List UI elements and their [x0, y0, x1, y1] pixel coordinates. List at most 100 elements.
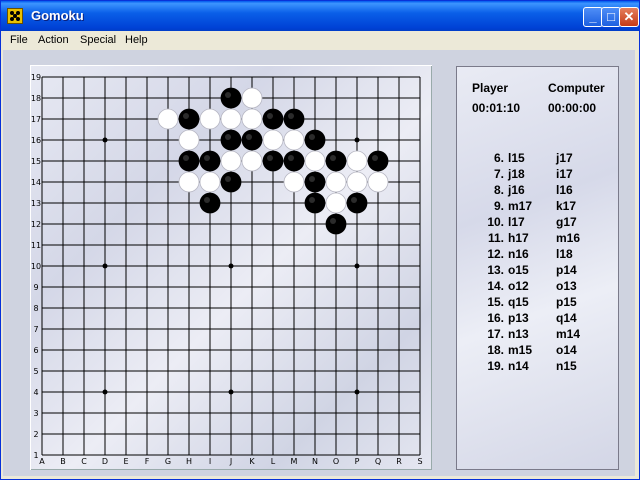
- computer-move: p15: [556, 295, 577, 309]
- computer-move: j17: [556, 151, 573, 165]
- menu-file[interactable]: File: [10, 34, 28, 46]
- white-stone[interactable]: [178, 129, 200, 151]
- stone-highlight: [225, 176, 231, 182]
- player-move: n13: [508, 327, 529, 341]
- title-bar[interactable]: Gomoku _ □ ✕: [1, 1, 639, 31]
- white-stone[interactable]: [157, 108, 179, 130]
- gomoku-board[interactable]: 19 18 17 16 15 14 13 12 11 10 9 8 7 6 5 4 3 2 1A B C D E F G H I J K…: [30, 65, 432, 470]
- stone-highlight: [204, 155, 210, 161]
- black-stone[interactable]: [304, 171, 326, 193]
- black-stone[interactable]: [325, 213, 347, 235]
- black-stone[interactable]: [178, 108, 200, 130]
- row-label: 5: [33, 367, 38, 376]
- move-number: 14.: [487, 279, 504, 293]
- white-stone[interactable]: [220, 108, 242, 130]
- white-stone[interactable]: [346, 150, 368, 172]
- white-stone[interactable]: [241, 87, 263, 109]
- stone-highlight: [246, 134, 252, 140]
- star-point: [228, 263, 234, 269]
- row-label: 6: [33, 346, 38, 355]
- row-label: 18: [31, 94, 41, 103]
- stone-highlight: [309, 134, 315, 140]
- black-stone[interactable]: [220, 87, 242, 109]
- close-button[interactable]: ✕: [619, 7, 639, 27]
- stone-highlight: [246, 92, 252, 98]
- row-label: 16: [31, 136, 41, 145]
- column-label: S: [417, 457, 422, 466]
- white-stone[interactable]: [262, 129, 284, 151]
- column-label: B: [60, 457, 66, 466]
- column-label: M: [291, 457, 298, 466]
- black-stone[interactable]: [367, 150, 389, 172]
- row-label: 3: [33, 409, 38, 418]
- black-stone[interactable]: [241, 129, 263, 151]
- white-stone[interactable]: [283, 129, 305, 151]
- computer-label: Computer: [548, 81, 605, 95]
- black-stone[interactable]: [178, 150, 200, 172]
- white-stone[interactable]: [220, 150, 242, 172]
- row-label: 9: [33, 283, 38, 292]
- column-label: H: [186, 457, 192, 466]
- black-stone[interactable]: [304, 192, 326, 214]
- stone-highlight: [309, 155, 315, 161]
- move-row: 12. n16 l18: [456, 247, 619, 263]
- gomoku-app-icon[interactable]: [7, 8, 23, 24]
- maximize-button[interactable]: □: [601, 7, 621, 27]
- column-label: D: [102, 457, 108, 466]
- row-label: 2: [33, 430, 38, 439]
- white-stone[interactable]: [199, 108, 221, 130]
- stone-highlight: [372, 155, 378, 161]
- black-stone[interactable]: [220, 171, 242, 193]
- white-stone[interactable]: [178, 171, 200, 193]
- stone-highlight: [183, 155, 189, 161]
- player-move: m15: [508, 343, 533, 357]
- move-row: 14. o12 o13: [456, 279, 619, 295]
- white-stone[interactable]: [283, 171, 305, 193]
- menu-help[interactable]: Help: [125, 34, 148, 46]
- white-stone[interactable]: [346, 171, 368, 193]
- row-label: 12: [31, 220, 41, 229]
- menu-action[interactable]: Action: [38, 34, 69, 46]
- black-stone[interactable]: [283, 150, 305, 172]
- move-number: 17.: [487, 327, 504, 341]
- player-move: l17: [508, 215, 525, 229]
- star-point: [354, 263, 360, 269]
- white-stone[interactable]: [199, 171, 221, 193]
- black-stone[interactable]: [262, 108, 284, 130]
- white-stone[interactable]: [241, 150, 263, 172]
- black-stone[interactable]: [325, 150, 347, 172]
- move-row: 7. j18 i17: [456, 167, 619, 183]
- move-row: 10. l17 g17: [456, 215, 619, 231]
- move-row: 18. m15 o14: [456, 343, 619, 359]
- move-number: 18.: [487, 343, 504, 357]
- white-stone[interactable]: [325, 192, 347, 214]
- black-stone[interactable]: [220, 129, 242, 151]
- star-point: [354, 389, 360, 395]
- menu-special[interactable]: Special: [80, 34, 116, 46]
- stone-highlight: [267, 113, 273, 119]
- black-stone[interactable]: [304, 129, 326, 151]
- row-label: 17: [31, 115, 41, 124]
- move-row: 16. p13 q14: [456, 311, 619, 327]
- column-label: J: [229, 457, 232, 466]
- move-number: 6.: [493, 151, 504, 165]
- white-stone[interactable]: [367, 171, 389, 193]
- black-stone[interactable]: [283, 108, 305, 130]
- white-stone[interactable]: [304, 150, 326, 172]
- black-stone[interactable]: [199, 150, 221, 172]
- black-stone[interactable]: [199, 192, 221, 214]
- stone-highlight: [309, 176, 315, 182]
- black-stone[interactable]: [346, 192, 368, 214]
- column-label: O: [333, 457, 339, 466]
- player-move: p13: [508, 311, 529, 325]
- stone-highlight: [309, 197, 315, 203]
- row-label: 14: [31, 178, 41, 187]
- stone-highlight: [183, 113, 189, 119]
- move-list: 6. l15 j17 7. j18 i17 8. j16 l16 9. m17 k17 10. l17 g1…: [456, 151, 619, 375]
- stone-highlight: [288, 134, 294, 140]
- white-stone[interactable]: [325, 171, 347, 193]
- player-move: n14: [508, 359, 529, 373]
- minimize-button[interactable]: _: [583, 7, 603, 27]
- black-stone[interactable]: [262, 150, 284, 172]
- white-stone[interactable]: [241, 108, 263, 130]
